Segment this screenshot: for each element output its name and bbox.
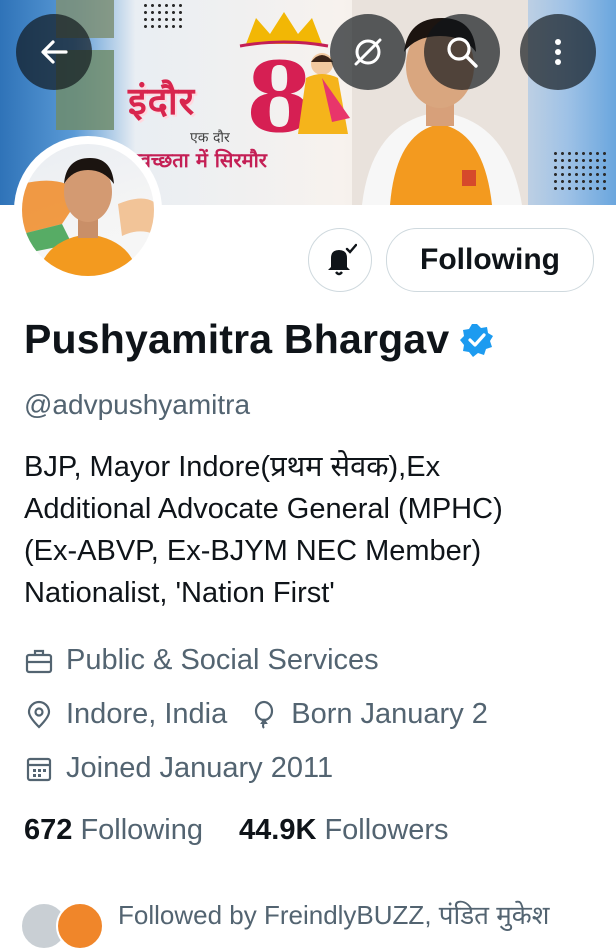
bell-subscribed-icon: [328, 243, 357, 276]
following-button[interactable]: Following: [386, 228, 594, 292]
back-button[interactable]: [16, 14, 92, 90]
birthday-item: Born January 2: [249, 698, 488, 731]
profile-name: Pushyamitra Bhargav: [24, 316, 450, 362]
notifications-button[interactable]: [308, 228, 372, 292]
briefcase-icon: [25, 649, 53, 673]
profile-name-row: Pushyamitra Bhargav: [24, 316, 495, 363]
bio-line: Nationalist, 'Nation First': [24, 577, 335, 609]
calendar-icon: [26, 757, 52, 781]
birthday-label: Born January 2: [291, 698, 488, 730]
location-label: Indore, India: [66, 698, 228, 730]
profile-avatar[interactable]: [18, 140, 158, 280]
followed-by-text[interactable]: Followed by FreindlyBUZZ, पंडित मुकेश: [118, 896, 549, 932]
followers-label: Followers: [324, 814, 449, 846]
bio-line: Additional Advocate General (MPHC): [24, 493, 503, 525]
category-label: Public & Social Services: [66, 644, 379, 676]
balloon-icon: [255, 700, 274, 729]
more-options-button[interactable]: [520, 14, 596, 90]
location-pin-icon: [27, 700, 51, 729]
profile-handle: @advpushyamitra: [24, 389, 251, 420]
banner-dot-pattern: [142, 2, 184, 28]
following-label: Following: [80, 814, 203, 846]
back-arrow-icon: [41, 40, 68, 64]
avatar-portrait: [22, 158, 154, 276]
banner-tagline-1: एक दौर: [190, 130, 230, 146]
search-button[interactable]: [424, 14, 500, 90]
verified-badge-icon[interactable]: [459, 322, 495, 358]
followers-link[interactable]: 44.9K Followers: [239, 814, 449, 846]
following-link[interactable]: 672 Following: [24, 814, 203, 846]
banner-tagline-2: स्वच्छता में सिरमौर: [132, 148, 267, 172]
search-icon: [447, 37, 478, 68]
profile-category: Public & Social Services: [24, 644, 379, 677]
mute-button[interactable]: [330, 14, 406, 90]
follower-avatar[interactable]: [56, 902, 104, 950]
bio-line: (Ex-ABVP, Ex-BJYM NEC Member): [24, 535, 482, 567]
avatar: [22, 144, 154, 276]
profile-joined-row: Joined January 2011: [24, 752, 333, 785]
joined-label: Joined January 2011: [66, 752, 334, 784]
banner-title: इंदौर: [128, 79, 196, 123]
profile-stats: 672 Following 44.9K Followers: [24, 814, 449, 847]
followers-count: 44.9K: [239, 814, 317, 846]
following-count: 672: [24, 814, 73, 846]
mute-icon: [354, 38, 382, 66]
banner-dot-pattern: [552, 150, 608, 194]
profile-location-row: Indore, India Born January 2: [24, 698, 488, 731]
profile-bio: BJP, Mayor Indore(प्रथम सेवक),Ex Additio…: [24, 446, 604, 614]
bio-line: BJP, Mayor Indore(प्रथम सेवक),Ex: [24, 451, 441, 483]
more-vertical-icon: [555, 39, 561, 65]
